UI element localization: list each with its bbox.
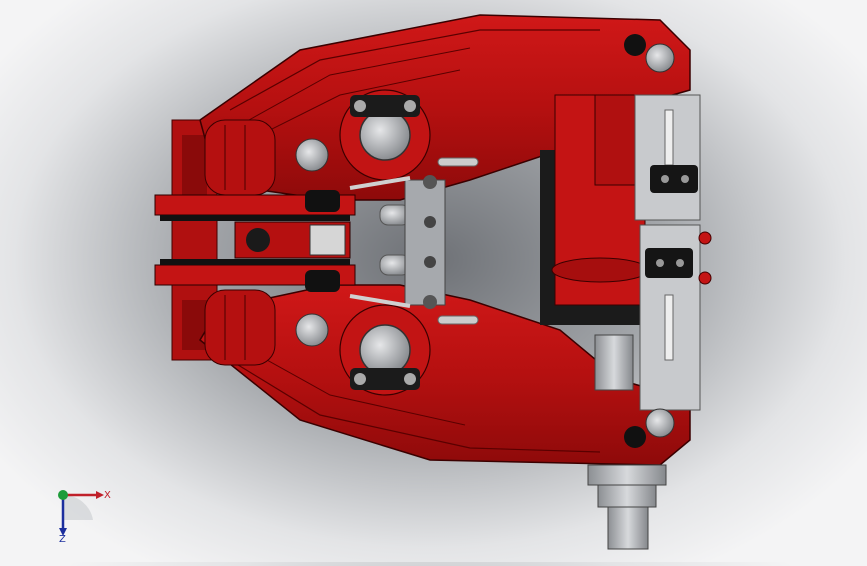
x-axis-label: X [104,490,111,501]
y-axis [58,490,68,500]
z-axis-label: Z [59,534,66,545]
cylinder [540,94,649,325]
3d-viewport[interactable] [0,0,867,562]
bolt-icon [404,100,416,112]
bolt-icon [404,373,416,385]
bolt-icon [354,373,366,385]
sensor-icon [645,248,693,278]
bolt-icon [354,100,366,112]
sensor-icon [650,165,698,193]
brake-model [154,14,712,550]
nut-icon [587,464,667,486]
coordinate-triad-icon: X Z [48,480,118,550]
